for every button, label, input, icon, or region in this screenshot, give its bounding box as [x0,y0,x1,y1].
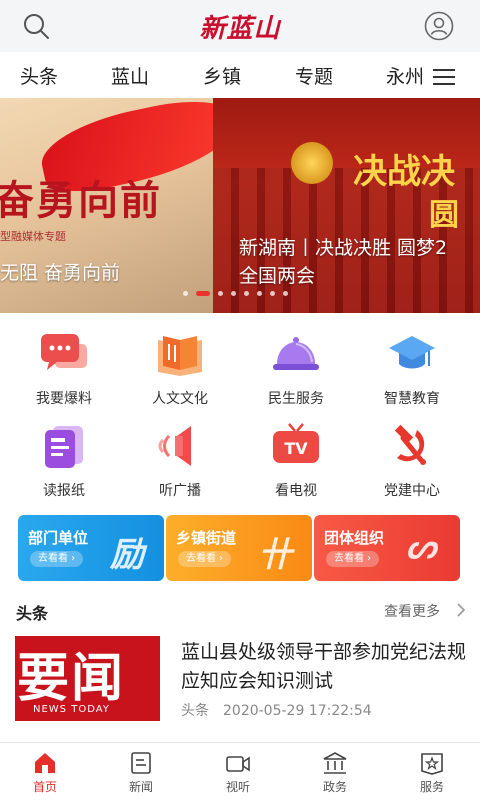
card-building-graphic: 励 [110,535,144,575]
menu-icon[interactable] [433,69,455,85]
card-go-button[interactable]: 去看看 › [178,551,232,567]
newspaper-icon [45,426,83,468]
carousel-dot[interactable] [231,291,236,296]
service-bell-icon [273,337,319,370]
nav-news[interactable]: 新闻 [101,751,181,797]
card-street-graphic: 卄 [258,535,292,575]
tab-yongzhou[interactable]: 永州 [386,62,424,89]
news-icon [131,752,151,774]
banner-caption-line-1: 新湖南丨决战决胜 圆梦2 [239,237,448,259]
carousel-dot[interactable] [244,291,249,296]
carousel-dot[interactable] [218,291,223,296]
tab-lanshan[interactable]: 蓝山 [111,62,149,89]
service-label: 听广播 [159,483,201,499]
service-jiaoyu[interactable]: 智慧教育 [352,330,472,410]
top-bar: 新蓝山 [0,0,480,52]
search-icon[interactable] [22,12,50,40]
nav-label: 政务 [322,780,347,794]
tab-xiangzhen[interactable]: 乡镇 [203,62,241,89]
tab-zhuanti[interactable]: 专题 [295,62,333,89]
service-grid: 我要爆料 人文文化 民生服务 智慧教育 读报纸 听广播 TV 看电视 党建中心 [0,330,480,500]
banner-left-caption: 无阻 奋勇向前 [0,262,121,284]
bottom-navigation: 首页 新闻 视听 政务 服务 [0,742,480,800]
service-baoliao[interactable]: 我要爆料 [4,330,124,410]
nav-home[interactable]: 首页 [5,751,85,797]
open-book-icon [158,336,202,376]
category-tabs: 头条 蓝山 乡镇 专题 永州 [0,52,480,98]
tv-icon: TV [273,423,319,463]
card-group-graphic: ᔕ [406,527,437,567]
section-title: 头条 [16,604,49,623]
nav-label: 视听 [225,780,250,794]
nav-service[interactable]: 服务 [392,751,472,797]
service-renwen[interactable]: 人文文化 [120,330,240,410]
service-label: 我要爆料 [36,391,92,407]
nav-video[interactable]: 视听 [198,751,278,797]
tab-toutiao[interactable]: 头条 [20,62,58,89]
carousel-dot[interactable] [183,291,188,296]
app-logo: 新蓝山 [199,13,281,44]
service-label: 读报纸 [43,483,85,499]
government-icon [323,752,347,774]
service-baozhi[interactable]: 读报纸 [4,422,124,502]
carousel-dot[interactable] [196,291,210,296]
chevron-right-icon[interactable] [456,603,466,617]
service-minsheng[interactable]: 民生服务 [236,330,356,410]
nav-government[interactable]: 政务 [295,751,375,797]
nav-label: 新闻 [128,780,153,794]
service-icon [421,753,443,775]
banner-slide-current[interactable]: 决战决 圆 新湖南丨决战决胜 圆梦2 全国两会 [213,98,480,313]
service-label: 党建中心 [384,483,440,499]
thumbnail-subtitle: NEWS TODAY [33,704,110,715]
service-label: 智慧教育 [384,391,440,407]
svg-text:TV: TV [284,439,308,458]
carousel-indicator [183,291,288,297]
banner-caption-line-2: 全国两会 [239,265,316,287]
view-more-link[interactable]: 查看更多 [384,601,440,621]
card-tuanti[interactable]: 团体组织 去看看 › ᔕ [314,515,460,581]
video-camera-icon [226,756,250,772]
speaker-icon [158,426,191,466]
nav-label: 首页 [32,780,57,794]
headlines-section-header: 头条 查看更多 [0,596,480,624]
banner-slide-previous[interactable]: 奋勇向前 型融媒体专题 无阻 奋勇向前 [0,98,213,313]
news-source: 头条 [181,703,209,719]
news-headline[interactable]: 蓝山县处级领导干部参加党纪法规应知应会知识测试 [181,638,466,696]
hammer-sickle-icon [394,424,426,465]
banner-left-subtitle: 型融媒体专题 [0,230,66,243]
service-label: 看电视 [275,483,317,499]
banner-right-title: 决战决 [353,152,455,192]
banner-left-title: 奋勇向前 [0,177,162,224]
banner-carousel[interactable]: 奋勇向前 型融媒体专题 无阻 奋勇向前 决战决 圆 新湖南丨决战决胜 圆梦2 全… [0,98,480,313]
chat-bubble-icon [41,334,87,370]
news-meta: 头条 2020-05-29 17:22:54 [181,700,372,720]
thumbnail-title: 要闻 [17,648,126,709]
news-time: 2020-05-29 17:22:54 [223,703,372,719]
category-cards: 部门单位 去看看 › 励 乡镇街道 去看看 › 卄 团体组织 去看看 › ᔕ [0,515,480,581]
home-icon [35,753,55,773]
card-title: 部门单位 [28,529,89,547]
carousel-dot[interactable] [270,291,275,296]
card-title: 团体组织 [324,529,385,547]
banner-right-title-2: 圆 [429,198,459,233]
service-label: 民生服务 [268,391,324,407]
carousel-dot[interactable] [257,291,262,296]
card-xiangzhen[interactable]: 乡镇街道 去看看 › 卄 [166,515,312,581]
service-dianshi[interactable]: TV 看电视 [236,422,356,502]
service-dangjian[interactable]: 党建中心 [352,422,472,502]
nav-label: 服务 [419,780,444,794]
news-thumbnail: 要闻 NEWS TODAY [15,636,160,721]
graduation-cap-icon [389,336,435,369]
card-go-button[interactable]: 去看看 › [326,551,380,567]
user-icon[interactable] [424,11,454,41]
card-bumen[interactable]: 部门单位 去看看 › 励 [18,515,164,581]
banner-right-caption: 新湖南丨决战决胜 圆梦2 全国两会 [239,234,447,290]
national-emblem-graphic [291,142,333,184]
carousel-dot[interactable] [283,291,288,296]
service-guangbo[interactable]: 听广播 [120,422,240,502]
news-list-item[interactable]: 要闻 NEWS TODAY 蓝山县处级领导干部参加党纪法规应知应会知识测试 头条… [0,630,480,740]
card-title: 乡镇街道 [176,529,237,547]
service-label: 人文文化 [152,391,208,407]
card-go-button[interactable]: 去看看 › [30,551,84,567]
